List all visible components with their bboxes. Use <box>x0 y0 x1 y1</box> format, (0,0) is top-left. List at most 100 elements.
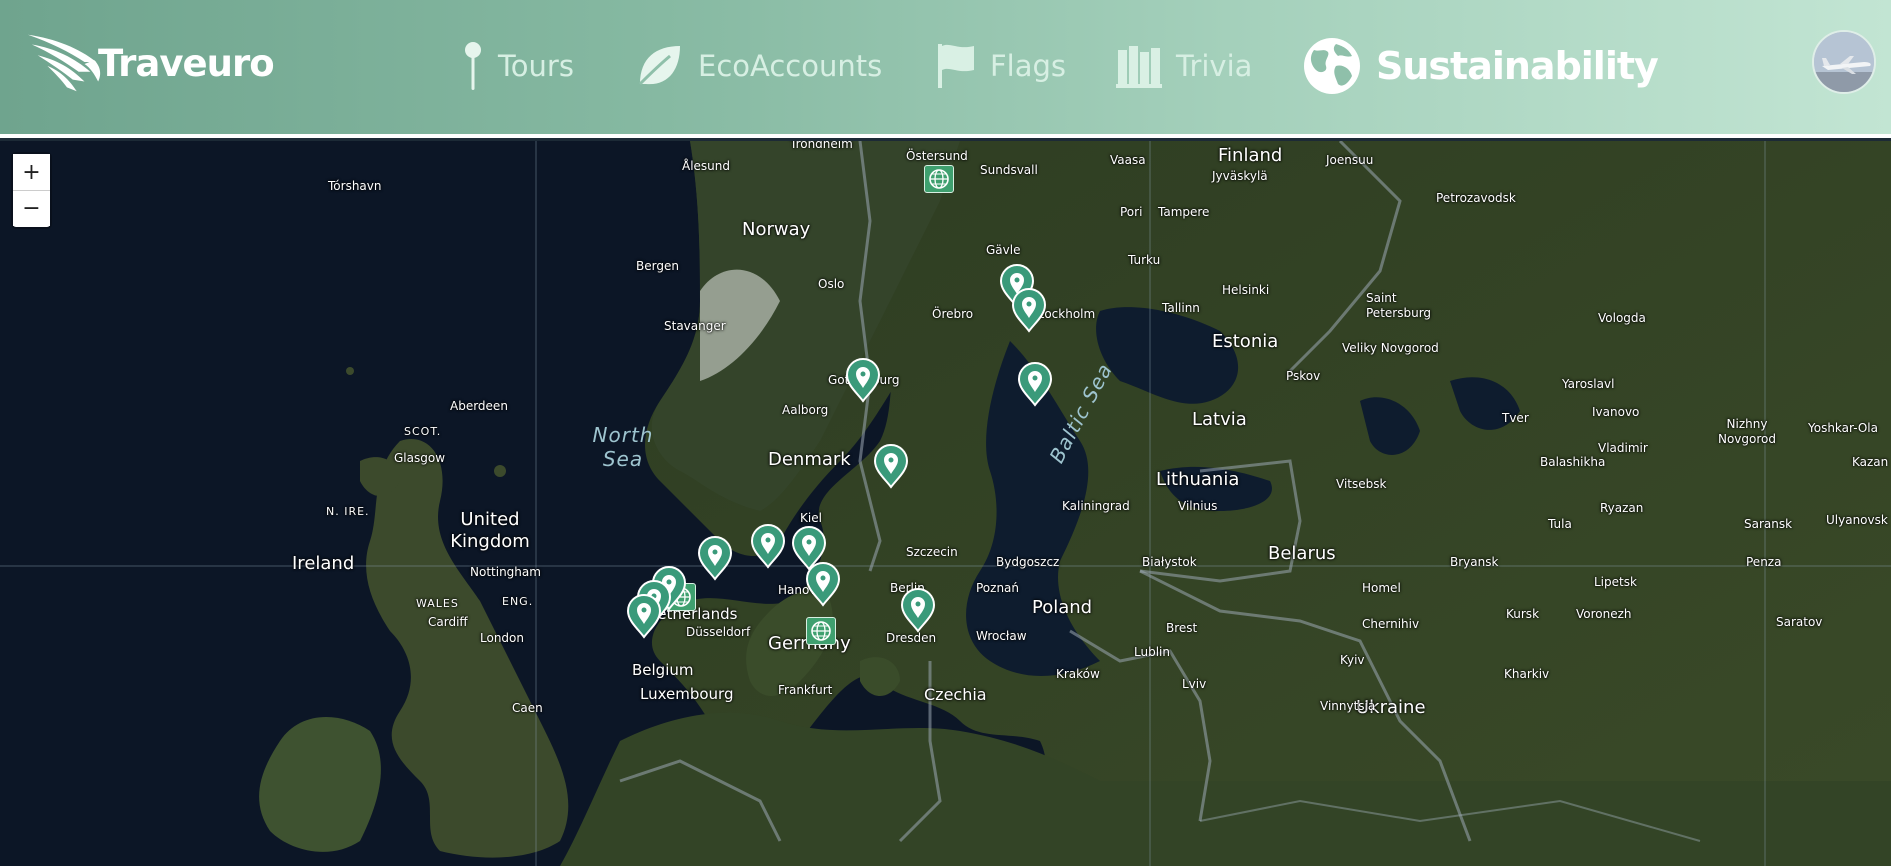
label-dresden: Dresden <box>886 631 937 645</box>
label-vilnius: Vilnius <box>1178 499 1218 513</box>
nav-sustainability[interactable]: Sustainability <box>1302 24 1659 108</box>
tour-map-marker[interactable] <box>871 443 911 489</box>
user-avatar[interactable] <box>1812 30 1876 94</box>
leaf-icon <box>638 46 680 86</box>
label-glasgow: Glasgow <box>394 451 446 465</box>
label-turku: Turku <box>1128 253 1161 267</box>
top-nav-bar: Traveuro Tours EcoAccounts Flags Trivia <box>0 0 1891 134</box>
label-czechia: Czechia <box>924 685 987 704</box>
tour-map-marker[interactable] <box>748 523 788 569</box>
label-tampere: Tampere <box>1158 205 1210 219</box>
label-nottingham: Nottingham <box>470 565 541 579</box>
nav-flags-label: Flags <box>990 49 1067 83</box>
map-pin-icon <box>750 524 786 569</box>
label-balashikha: Balashikha <box>1540 455 1606 469</box>
label-trondheim: Trondheim <box>790 141 853 151</box>
label-wroclaw: Wrocław <box>976 629 1027 643</box>
label-sundsvall: Sundsvall <box>980 163 1038 177</box>
airplane-icon <box>1814 32 1874 92</box>
label-stavanger: Stavanger <box>664 319 726 333</box>
tour-map-marker[interactable] <box>695 535 735 581</box>
tour-map-marker[interactable] <box>624 593 664 639</box>
label-krakow: Kraków <box>1056 667 1100 681</box>
map-pin-icon <box>845 358 881 403</box>
label-aalborg: Aalborg <box>782 403 829 417</box>
label-london: London <box>480 631 524 645</box>
label-denmark: Denmark <box>768 449 851 470</box>
label-yoshkar-ola: Yoshkar-Ola <box>1808 421 1878 435</box>
label-vladimir: Vladimir <box>1598 441 1648 455</box>
label-lithuania: Lithuania <box>1156 469 1240 490</box>
tour-map-marker[interactable] <box>843 357 883 403</box>
label-vologda: Vologda <box>1598 311 1646 325</box>
label-vitsebsk: Vitsebsk <box>1336 477 1387 491</box>
globe-icon <box>811 621 831 641</box>
map-pin-icon <box>805 562 841 607</box>
eco-globe-marker[interactable] <box>806 617 836 645</box>
label-kharkiv: Kharkiv <box>1504 667 1550 681</box>
label-kursk: Kursk <box>1506 607 1540 621</box>
label-nizhny-novgorod: Nizhny Novgorod <box>1717 417 1776 446</box>
map-view[interactable]: Finland Norway Estonia Latvia Lithuania … <box>0 141 1891 866</box>
label-belgium: Belgium <box>632 661 694 679</box>
map-pin-icon <box>900 588 936 633</box>
label-vaasa: Vaasa <box>1110 153 1146 167</box>
label-frankfurt: Frankfurt <box>778 683 833 697</box>
label-n-ire: N. IRE. <box>326 505 370 518</box>
label-gavle: Gävle <box>986 243 1021 257</box>
tour-map-marker[interactable] <box>898 587 938 633</box>
label-norway: Norway <box>742 219 811 240</box>
label-yaroslavl: Yaroslavl <box>1562 377 1615 391</box>
map-pin-icon <box>1011 288 1047 333</box>
label-aberdeen: Aberdeen <box>450 399 508 413</box>
label-szczecin: Szczecin <box>906 545 958 559</box>
zoom-control: + − <box>13 154 50 227</box>
tour-map-marker[interactable] <box>1015 361 1055 407</box>
label-estonia: Estonia <box>1212 331 1279 352</box>
eco-globe-marker[interactable] <box>924 165 954 193</box>
nav-ecoaccounts[interactable]: EcoAccounts <box>636 24 882 108</box>
label-caen: Caen <box>512 701 543 715</box>
label-vinnytsia: Vinnytsia <box>1320 699 1376 713</box>
label-bryansk: Bryansk <box>1450 555 1499 569</box>
nav-tours-label: Tours <box>498 49 574 83</box>
app-name: Traveuro <box>98 41 275 85</box>
label-brest: Brest <box>1166 621 1198 635</box>
label-lublin: Lublin <box>1134 645 1170 659</box>
map-pin-icon <box>1017 362 1053 407</box>
label-scot: SCOT. <box>404 425 442 438</box>
label-veliky-novgorod: Veliky Novgorod <box>1342 341 1439 355</box>
label-bialystok: Białystok <box>1142 555 1197 569</box>
label-lipetsk: Lipetsk <box>1594 575 1637 589</box>
nav-trivia[interactable]: Trivia <box>1116 24 1252 108</box>
label-cardiff: Cardiff <box>428 615 468 629</box>
label-homel: Homel <box>1362 581 1401 595</box>
tour-map-marker[interactable] <box>1009 287 1049 333</box>
map-pin-icon <box>697 536 733 581</box>
label-tver: Tver <box>1502 411 1529 425</box>
label-tula: Tula <box>1548 517 1572 531</box>
label-petrozavodsk: Petrozavodsk <box>1436 191 1516 205</box>
map-pin-icon <box>873 444 909 489</box>
zoom-in-button[interactable]: + <box>13 154 50 190</box>
nav-tours[interactable]: Tours <box>462 24 574 108</box>
nav-flags[interactable]: Flags <box>936 24 1066 108</box>
label-ulyanovsk: Ulyanovsk <box>1826 513 1888 527</box>
label-kaliningrad: Kaliningrad <box>1062 499 1130 513</box>
label-pskov: Pskov <box>1286 369 1321 383</box>
tour-map-marker[interactable] <box>803 561 843 607</box>
flag-icon <box>938 44 974 88</box>
label-orebro: Örebro <box>932 307 974 321</box>
label-saransk: Saransk <box>1744 517 1793 531</box>
pin-icon <box>465 42 481 90</box>
label-ostersund: Östersund <box>906 149 968 163</box>
label-dusseldorf: Düsseldorf <box>686 625 751 639</box>
traveuro-logo[interactable]: Traveuro <box>26 30 275 96</box>
label-saratov: Saratov <box>1776 615 1823 629</box>
label-poznan: Poznań <box>976 581 1020 595</box>
zoom-out-button[interactable]: − <box>13 190 50 226</box>
label-kazan: Kazan <box>1852 455 1889 469</box>
label-poland: Poland <box>1032 597 1093 618</box>
label-latvia: Latvia <box>1192 409 1247 430</box>
label-saint-petersburg: Saint Petersburg <box>1366 291 1432 320</box>
